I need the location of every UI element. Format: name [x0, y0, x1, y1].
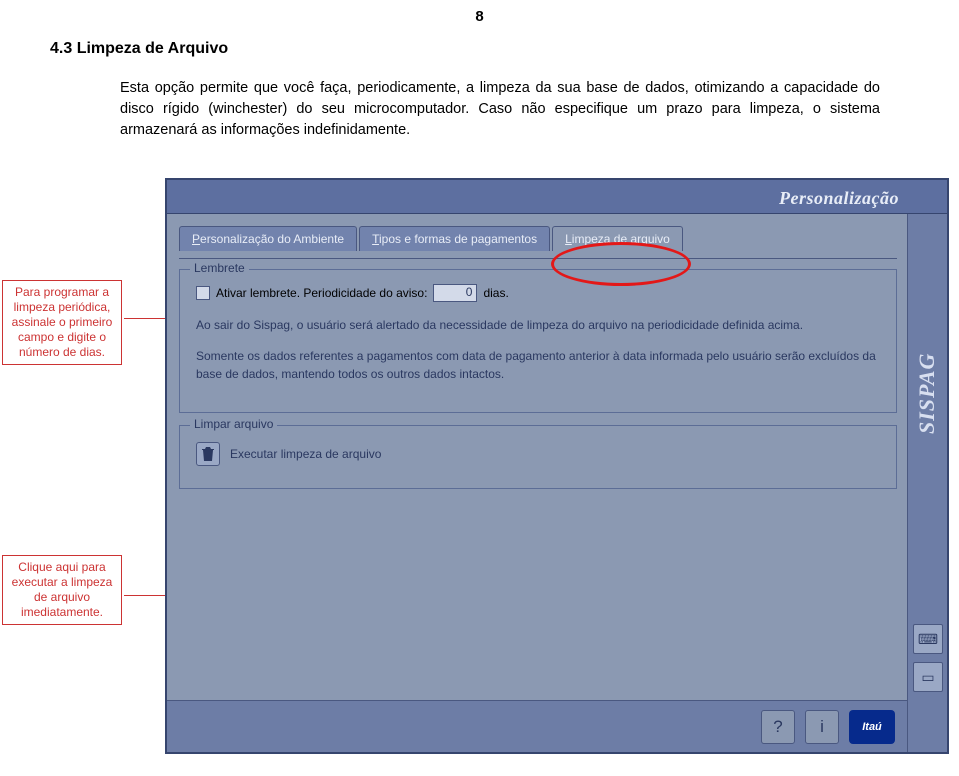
screen-icon: ▭	[914, 663, 942, 691]
app-header-title: Personalização	[779, 188, 899, 209]
app-body: Personalização do Ambiente Tipos e forma…	[167, 214, 947, 752]
itau-logo: Itaú	[849, 710, 895, 744]
fieldset-limpar-arquivo: Limpar arquivo Executar limpeza de arqui…	[179, 425, 897, 489]
sidebar-right: SISPAG ⌨ ▭	[907, 214, 947, 752]
checkbox-label: Ativar lembrete. Periodicidade do aviso:	[216, 286, 427, 300]
app-header: Personalização	[167, 180, 947, 214]
bottom-bar: ? i Itaú	[167, 700, 907, 752]
help-button[interactable]: ?	[761, 710, 795, 744]
page-number: 8	[475, 8, 483, 25]
execute-cleanup-button[interactable]: Executar limpeza de arquivo	[196, 440, 880, 468]
tab-label: Personalização do Ambiente	[192, 232, 344, 246]
tab-label: Limpeza de arquivo	[565, 232, 670, 246]
execute-button-label: Executar limpeza de arquivo	[230, 447, 381, 461]
tab-label: Tipos e formas de pagamentos	[372, 232, 537, 246]
tab-personalizacao-ambiente[interactable]: Personalização do Ambiente	[179, 226, 357, 251]
fieldset-legend: Lembrete	[190, 261, 249, 275]
info-button[interactable]: i	[805, 710, 839, 744]
info-icon: i	[820, 717, 824, 737]
reminder-row: Ativar lembrete. Periodicidade do aviso:…	[196, 284, 880, 302]
callout-program-cleanup: Para programar a limpeza periódica, assi…	[2, 280, 122, 365]
keyboard-icon: ⌨	[914, 625, 942, 653]
fieldset-lembrete: Lembrete Ativar lembrete. Periodicidade …	[179, 269, 897, 413]
sidebar-brand-label: SISPAG	[914, 353, 940, 434]
intro-paragraph: Esta opção permite que você faça, period…	[120, 78, 880, 141]
tab-content: Lembrete Ativar lembrete. Periodicidade …	[179, 258, 897, 686]
help-icon: ?	[773, 717, 782, 737]
input-periodicidade-dias[interactable]: 0	[433, 284, 477, 302]
desc-paragraph: Ao sair do Sispag, o usuário será alerta…	[196, 316, 880, 335]
fieldset-legend: Limpar arquivo	[190, 417, 277, 431]
trash-icon	[196, 442, 220, 466]
tab-limpeza-arquivo[interactable]: Limpeza de arquivo	[552, 226, 683, 251]
tab-tipos-formas-pagamento[interactable]: Tipos e formas de pagamentos	[359, 226, 550, 251]
checkbox-ativar-lembrete[interactable]	[196, 286, 210, 300]
days-suffix-label: dias.	[483, 286, 508, 300]
section-title: 4.3 Limpeza de Arquivo	[50, 40, 228, 58]
sidebar-tool-button[interactable]: ▭	[913, 662, 943, 692]
sidebar-tool-button[interactable]: ⌨	[913, 624, 943, 654]
reminder-description: Ao sair do Sispag, o usuário será alerta…	[196, 316, 880, 384]
callout-execute-cleanup: Clique aqui para executar a limpeza de a…	[2, 555, 122, 625]
app-window: Personalização Personalização do Ambient…	[165, 178, 949, 754]
desc-paragraph: Somente os dados referentes a pagamentos…	[196, 347, 880, 384]
tab-strip: Personalização do Ambiente Tipos e forma…	[167, 214, 947, 251]
